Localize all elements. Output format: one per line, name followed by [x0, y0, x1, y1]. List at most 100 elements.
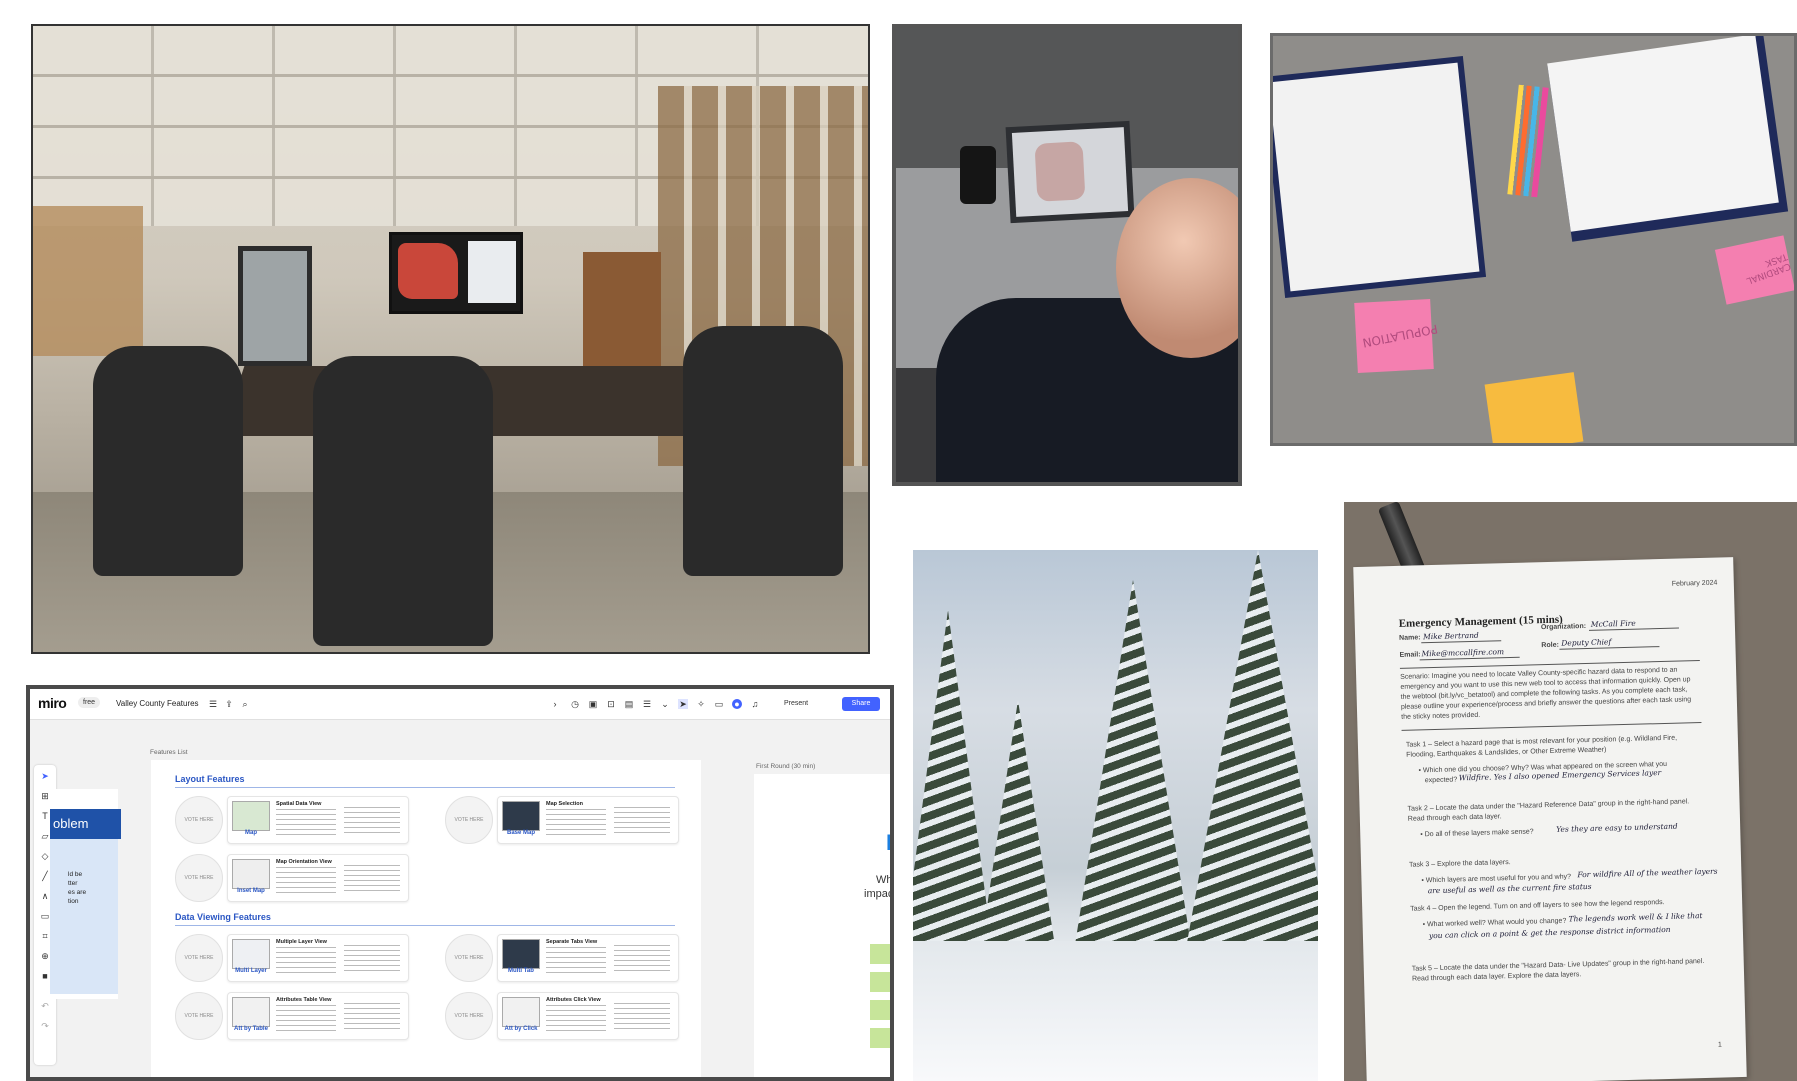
feature-card[interactable]: Att by Table Attributes Table View	[227, 992, 409, 1040]
handwritten-answer: The legends work well & I like that	[1568, 911, 1703, 924]
card-caption: Base Map	[506, 830, 535, 836]
green-sticky[interactable]	[870, 1000, 890, 1020]
right-frame-text: What fea	[876, 874, 893, 886]
avatar-icon[interactable]: ●	[732, 699, 742, 709]
redo-icon[interactable]: ↷	[40, 1021, 50, 1031]
share-button[interactable]: Share	[842, 697, 880, 711]
handwritten-answer: For wildfire All of the weather layers	[1577, 866, 1718, 880]
search-icon[interactable]: ⌕	[240, 699, 250, 709]
vote-circle[interactable]: VOTE HERE	[175, 992, 223, 1040]
task-text: Read through each data layer. Explore th…	[1411, 971, 1582, 983]
vote-circle[interactable]: VOTE HERE	[175, 796, 223, 844]
vote-circle[interactable]: VOTE HERE	[175, 854, 223, 902]
features-frame[interactable]: Layout Features VOTE HERE Map Spatial Da…	[151, 760, 701, 1077]
feature-card[interactable]: Map Spatial Data View	[227, 796, 409, 844]
card-thumbnail	[232, 859, 270, 889]
more-icon[interactable]: ■	[40, 971, 50, 981]
task-question: • What worked well? What would you chang…	[1422, 917, 1567, 929]
chevron-right-icon[interactable]: ›	[550, 699, 560, 709]
frame-label: First Round (30 min)	[756, 763, 816, 770]
email-label: Email:	[1399, 651, 1421, 659]
card-title: Multiple Layer View	[276, 939, 327, 945]
screen-icon[interactable]: ▣	[588, 699, 598, 709]
task-text: Task 3 – Explore the data layers.	[1408, 859, 1511, 869]
snowy-forest-photo	[913, 550, 1318, 1081]
left-frame-text: tion	[68, 898, 79, 905]
card-caption: Multi Tab	[508, 968, 534, 974]
role-label: Role:	[1541, 641, 1559, 650]
celebrate-icon[interactable]: ✧	[696, 699, 706, 709]
present-button[interactable]: Present	[784, 697, 834, 711]
undo-icon[interactable]: ↶	[40, 1001, 50, 1011]
green-sticky[interactable]	[870, 972, 890, 992]
green-sticky[interactable]	[870, 944, 890, 964]
card-thumbnail	[502, 939, 540, 969]
export-icon[interactable]: ⇪	[224, 699, 234, 709]
line-icon[interactable]: ╱	[40, 871, 50, 881]
office-chair	[93, 346, 243, 576]
card-thumbnail	[232, 939, 270, 969]
select-icon[interactable]: ➤	[40, 771, 50, 781]
right-frame-text: impact in y	[864, 888, 894, 900]
worksheet-page: February 2024 Emergency Management (15 m…	[1353, 557, 1747, 1081]
section-title: Data Viewing Features	[175, 912, 271, 922]
notes-icon[interactable]: ☰	[642, 699, 652, 709]
shapes-icon[interactable]: ◇	[40, 851, 50, 861]
crop-icon[interactable]: ⌗	[40, 931, 50, 941]
card-title: Attributes Table View	[276, 997, 332, 1003]
organization-value: McCall Fire	[1590, 618, 1636, 629]
left-frame-heading: oblem	[50, 809, 121, 839]
snowy-ground	[913, 941, 1318, 1081]
comment-icon[interactable]: ▭	[714, 699, 724, 709]
vote-circle[interactable]: VOTE HERE	[175, 934, 223, 982]
comment-icon[interactable]: ▭	[40, 911, 50, 921]
frame-icon[interactable]: ⊞	[40, 791, 50, 801]
bell-icon[interactable]: ♫	[750, 699, 760, 709]
corkboard	[33, 206, 143, 356]
timer-icon[interactable]: ◷	[570, 699, 580, 709]
task-text: Task 5 – Locate the data under the "Haza…	[1411, 958, 1705, 973]
task-text: Read through each data layer.	[1407, 813, 1502, 823]
upload-icon[interactable]: ⊕	[40, 951, 50, 961]
cursor-icon[interactable]: ➤	[678, 699, 688, 709]
left-frame-body: ld be tter es are tion	[50, 839, 118, 994]
feature-card[interactable]: Multi Tab Separate Tabs View	[497, 934, 679, 982]
pen-icon[interactable]: ∧	[40, 891, 50, 901]
left-frame: oblem ld be tter es are tion	[50, 789, 121, 999]
papers-table-photo: POPULATION CARDINAL TASK	[1270, 33, 1797, 446]
frame-label: Features List	[150, 749, 188, 756]
feature-card[interactable]: Inset Map Map Orientation View	[227, 854, 409, 902]
board-name[interactable]: Valley County Features	[116, 699, 199, 708]
handwritten-answer: Yes they are easy to understand	[1556, 821, 1678, 834]
task-text: Task 2 – Locate the data under the "Haza…	[1407, 798, 1690, 813]
voting-icon[interactable]: ⊡	[606, 699, 616, 709]
miro-logo[interactable]: miro	[38, 695, 67, 711]
task-text: Task 1 – Select a hazard page that is mo…	[1405, 734, 1678, 749]
vote-circle[interactable]: VOTE HERE	[445, 992, 493, 1040]
laptop	[1005, 120, 1135, 224]
sticky-note-text: POPULATION	[1361, 321, 1439, 350]
screen-map	[1034, 141, 1086, 202]
count-icon[interactable]: ▤	[624, 699, 634, 709]
chevron-down-icon[interactable]: ⌄	[660, 699, 670, 709]
card-caption: Inset Map	[237, 888, 265, 894]
feature-card[interactable]: Multi Layer Multiple Layer View	[227, 934, 409, 982]
highlighter-pens	[1507, 84, 1549, 198]
text-icon[interactable]: T	[40, 811, 50, 821]
feature-card[interactable]: Base Map Map Selection	[497, 796, 679, 844]
menu-icon[interactable]: ☰	[208, 699, 218, 709]
vote-circle[interactable]: VOTE HERE	[445, 796, 493, 844]
sticky-icon[interactable]: ▱	[40, 831, 50, 841]
card-caption: Att by Click	[504, 1026, 538, 1032]
green-sticky[interactable]	[870, 1028, 890, 1048]
tv-side-panel	[468, 241, 516, 303]
left-frame-text: tter	[68, 880, 78, 887]
sticky-note-text: CARDINAL TASK	[1744, 250, 1792, 286]
vote-circle[interactable]: VOTE HERE	[445, 934, 493, 982]
card-thumbnail	[502, 997, 540, 1027]
wall-tv-screen	[389, 232, 523, 314]
feature-card[interactable]: Att by Click Attributes Click View	[497, 992, 679, 1040]
card-thumbnail	[232, 997, 270, 1027]
task-question: • Do all of these layers make sense?	[1420, 828, 1534, 839]
right-frame[interactable]: Hig What fea impact in y	[754, 774, 894, 1077]
